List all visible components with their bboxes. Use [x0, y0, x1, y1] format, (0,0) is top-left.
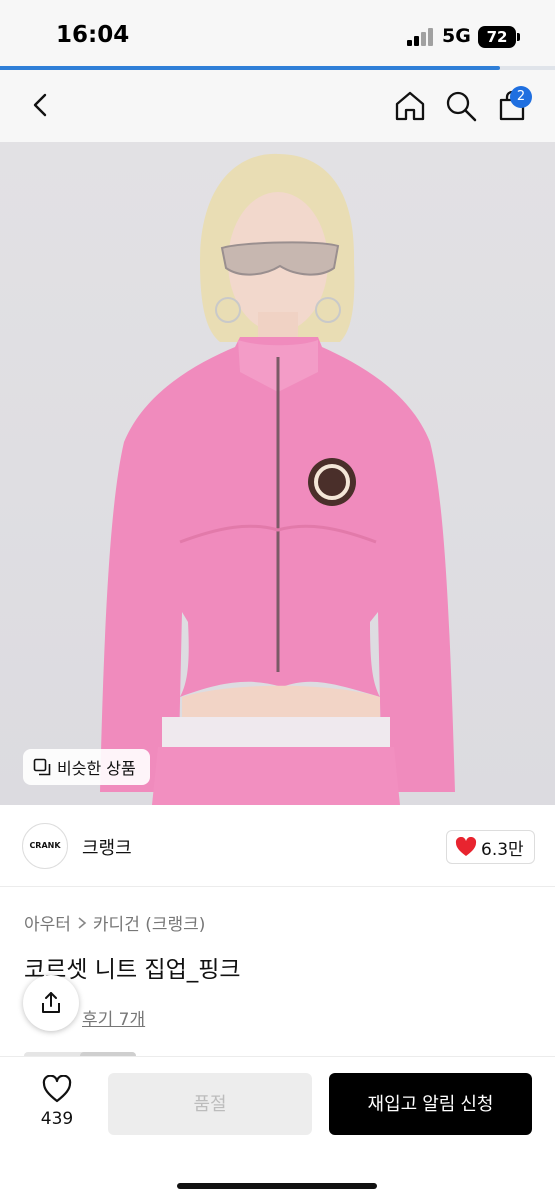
chevron-right-icon — [78, 916, 87, 929]
status-bar: 16:04 5G 72 — [0, 0, 555, 66]
cellular-signal-icon — [407, 28, 435, 46]
brand-row: CRANK 크랭크 6.3만 — [0, 805, 555, 887]
wishlist-button[interactable]: 439 — [28, 1074, 86, 1135]
brand-name[interactable]: 크랭크 — [82, 834, 132, 860]
breadcrumb-item[interactable]: 아우터 — [24, 910, 71, 935]
bottom-action-bar: 439 품절 재입고 알림 신청 — [0, 1056, 555, 1200]
model-photo — [100, 153, 455, 805]
status-time: 16:04 — [56, 22, 130, 48]
network-type: 5G — [442, 25, 471, 47]
brand-logo[interactable]: CRANK — [22, 823, 68, 869]
product-image[interactable]: 비슷한 상품 — [0, 142, 555, 805]
similar-products-button[interactable]: 비슷한 상품 — [23, 749, 150, 785]
home-button[interactable] — [392, 88, 428, 124]
brand-like-button[interactable]: 6.3만 — [446, 830, 535, 864]
brand-like-count: 6.3만 — [481, 839, 524, 860]
heart-filled-icon — [455, 837, 477, 856]
breadcrumb-item[interactable]: 카디건 (크랭크) — [93, 910, 206, 935]
similar-products-icon — [33, 758, 51, 776]
sold-out-button: 품절 — [108, 1073, 312, 1135]
review-link[interactable]: 후기 7개 — [82, 1005, 145, 1030]
home-indicator — [177, 1183, 377, 1189]
chevron-left-icon — [33, 93, 47, 117]
share-icon — [42, 992, 60, 1013]
breadcrumb: 아우터 카디건 (크랭크) — [24, 910, 205, 935]
cart-count-badge: 2 — [510, 86, 532, 108]
top-navigation — [0, 70, 555, 142]
battery-icon: 72 — [478, 26, 520, 48]
restock-alert-button[interactable]: 재입고 알림 신청 — [329, 1073, 532, 1135]
similar-products-label: 비슷한 상품 — [57, 759, 136, 778]
wishlist-count: 439 — [40, 1109, 74, 1129]
heart-outline-icon — [42, 1074, 72, 1103]
home-icon — [395, 91, 425, 121]
search-button[interactable] — [443, 88, 479, 124]
back-button[interactable] — [26, 90, 56, 120]
share-button[interactable] — [23, 975, 79, 1031]
search-icon — [446, 91, 477, 122]
